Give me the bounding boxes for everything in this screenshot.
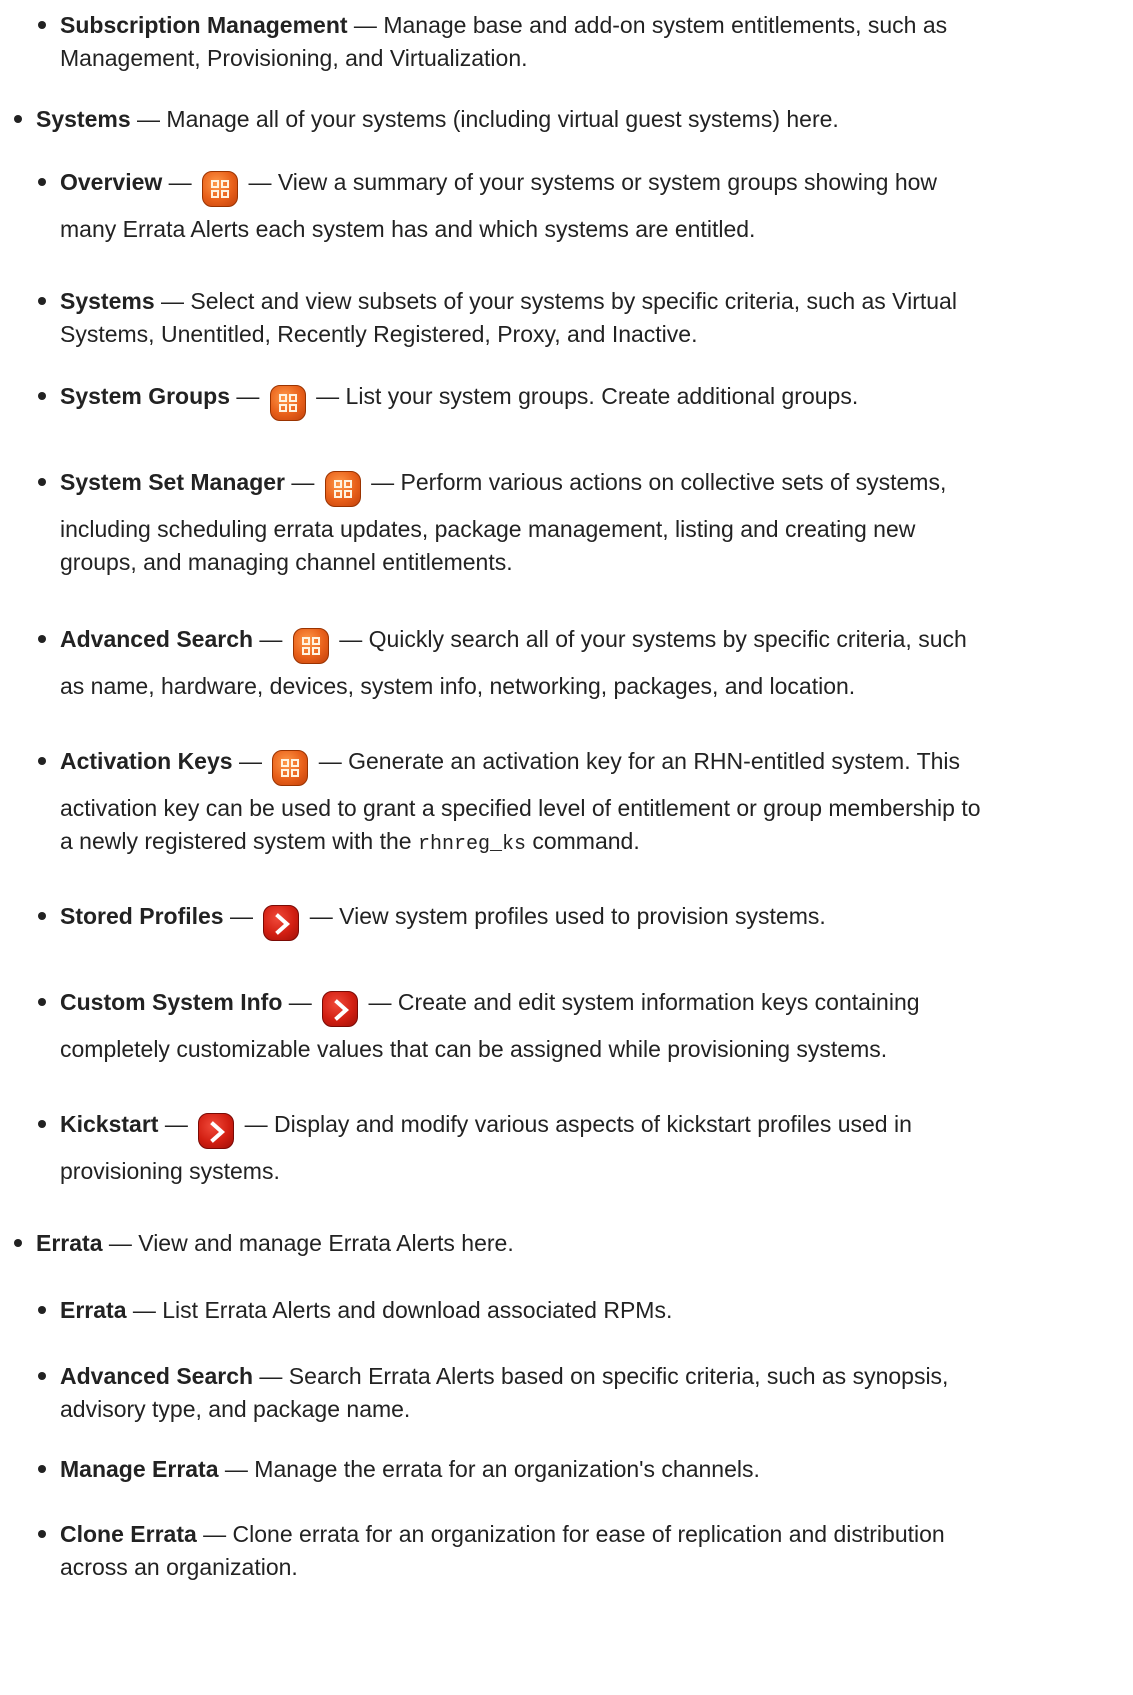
systems-term: Systems xyxy=(36,106,131,132)
actkeys-desc-3a: a newly registered system with the xyxy=(60,828,418,854)
arrow-icon xyxy=(322,991,359,1027)
ssm-term: System Set Manager xyxy=(60,469,285,495)
systems-item: Systems — Manage all of your systems (in… xyxy=(14,103,1116,136)
bullet xyxy=(38,297,46,305)
advsearch-desc-2: as name, hardware, devices, system info,… xyxy=(60,673,856,699)
overview-term: Overview xyxy=(60,169,163,195)
errata-sub-term: Errata xyxy=(60,1297,127,1323)
actkeys-item: Activation Keys — — Generate an activati… xyxy=(38,742,1130,861)
bullet xyxy=(38,1465,46,1473)
clone-errata-desc-1: — Clone errata for an organization for e… xyxy=(196,1521,945,1547)
ssm-desc-3: groups, and managing channel entitlement… xyxy=(60,549,513,575)
errata-item: Errata — View and manage Errata Alerts h… xyxy=(14,1227,1116,1260)
systems-sub-desc-1: — Select and view subsets of your system… xyxy=(154,288,957,314)
clone-errata-desc-2: across an organization. xyxy=(60,1554,298,1580)
bullet xyxy=(38,1372,46,1380)
systems-desc: — Manage all of your systems (including … xyxy=(130,106,839,132)
errata-advsearch-item: Advanced Search — Search Errata Alerts b… xyxy=(38,1360,1120,1426)
actkeys-desc-3b: command. xyxy=(525,828,640,854)
grid-icon xyxy=(269,385,306,421)
subscription-item: Subscription Management — Manage base an… xyxy=(38,9,1120,75)
systems-sub-item: Systems — Select and view subsets of you… xyxy=(38,285,1120,351)
custom-term: Custom System Info xyxy=(60,989,283,1015)
errata-sub-desc-1: — List Errata Alerts and download associ… xyxy=(126,1297,673,1323)
actkeys-desc-2: activation key can be used to grant a sp… xyxy=(60,795,981,821)
advsearch-term: Advanced Search xyxy=(60,626,254,652)
rhnreg-ks-code: rhnreg_ks xyxy=(417,833,526,856)
bullet xyxy=(38,998,46,1006)
groups-item: System Groups — — List your system group… xyxy=(38,377,1120,421)
kickstart-term: Kickstart xyxy=(60,1111,159,1137)
bullet xyxy=(38,1120,46,1128)
advsearch-desc-1: — Quickly search all of your systems by … xyxy=(332,626,967,652)
actkeys-desc-1: — Generate an activation key for an RHN-… xyxy=(312,748,961,774)
systems-sub-term: Systems xyxy=(60,288,155,314)
bullet xyxy=(38,178,46,186)
custom-desc-2: completely customizable values that can … xyxy=(60,1036,888,1062)
kickstart-desc-1: — Display and modify various aspects of … xyxy=(238,1111,912,1137)
errata-advsearch-desc-2: advisory type, and package name. xyxy=(60,1396,411,1422)
ssm-desc-1: — Perform various actions on collective … xyxy=(364,469,947,495)
errata-advsearch-desc-1: — Search Errata Alerts based on specific… xyxy=(253,1363,949,1389)
overview-desc-2: many Errata Alerts each system has and w… xyxy=(60,216,756,242)
groups-term: System Groups xyxy=(60,383,230,409)
ssm-desc-2: including scheduling errata updates, pac… xyxy=(60,516,916,542)
systems-sub-desc-2: Systems, Unentitled, Recently Registered… xyxy=(60,321,698,347)
arrow-icon xyxy=(263,905,300,941)
bullet xyxy=(38,1306,46,1314)
stored-item: Stored Profiles — — View system profiles… xyxy=(38,897,1120,941)
errata-sub-item: Errata — List Errata Alerts and download… xyxy=(38,1294,1120,1327)
errata-term: Errata xyxy=(36,1230,103,1256)
bullet xyxy=(38,635,46,643)
grid-icon xyxy=(202,171,239,207)
grid-icon xyxy=(292,628,329,664)
ssm-item: System Set Manager — — Perform various a… xyxy=(38,463,1120,579)
bullet xyxy=(38,478,46,486)
bullet xyxy=(38,757,46,765)
overview-desc-1: — View a summary of your systems or syst… xyxy=(242,169,938,195)
overview-item: Overview — — View a summary of your syst… xyxy=(38,163,1120,246)
clone-errata-item: Clone Errata — Clone errata for an organ… xyxy=(38,1518,1120,1584)
actkeys-term: Activation Keys xyxy=(60,748,233,774)
subscription-desc-1: — Manage base and add-on system entitlem… xyxy=(347,12,948,38)
clone-errata-term: Clone Errata xyxy=(60,1521,197,1547)
bullet xyxy=(38,21,46,29)
bullet xyxy=(14,1239,22,1247)
bullet xyxy=(38,1530,46,1538)
errata-advsearch-term: Advanced Search xyxy=(60,1363,254,1389)
bullet xyxy=(38,912,46,920)
subscription-desc-2: Management, Provisioning, and Virtualiza… xyxy=(60,45,528,71)
manage-errata-term: Manage Errata xyxy=(60,1456,219,1482)
kickstart-desc-2: provisioning systems. xyxy=(60,1158,280,1184)
manage-errata-item: Manage Errata — Manage the errata for an… xyxy=(38,1453,1120,1486)
grid-icon xyxy=(272,750,309,786)
kickstart-item: Kickstart — — Display and modify various… xyxy=(38,1105,1120,1188)
bullet xyxy=(14,115,22,123)
bullet xyxy=(38,392,46,400)
groups-desc-1: — List your system groups. Create additi… xyxy=(309,383,859,409)
arrow-icon xyxy=(198,1113,235,1149)
custom-desc-1: — Create and edit system information key… xyxy=(362,989,920,1015)
custom-item: Custom System Info — — Create and edit s… xyxy=(38,983,1120,1066)
stored-term: Stored Profiles xyxy=(60,903,224,929)
grid-icon xyxy=(324,471,361,507)
subscription-term: Subscription Management xyxy=(60,12,348,38)
manage-errata-desc-1: — Manage the errata for an organization'… xyxy=(218,1456,760,1482)
errata-desc: — View and manage Errata Alerts here. xyxy=(102,1230,514,1256)
advsearch-item: Advanced Search — — Quickly search all o… xyxy=(38,620,1120,703)
stored-desc-1: — View system profiles used to provision… xyxy=(303,903,826,929)
